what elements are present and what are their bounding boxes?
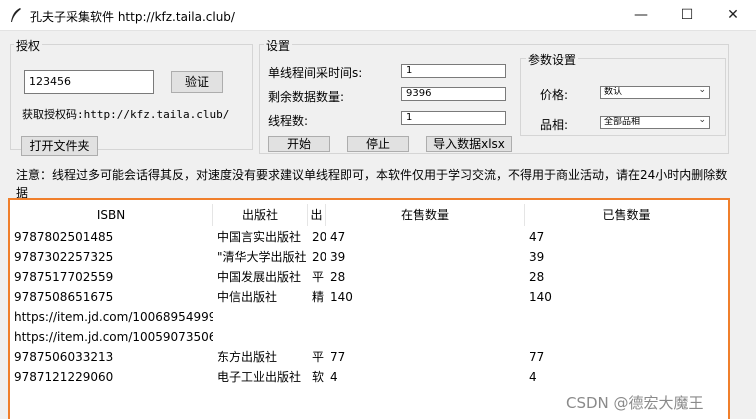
column-header-binding[interactable]: 出	[308, 204, 326, 226]
import-xlsx-button[interactable]: 导入数据xlsx	[426, 136, 512, 152]
column-header-sold[interactable]: 已售数量	[525, 204, 728, 226]
chevron-down-icon: ⌄	[698, 116, 706, 125]
binding-cell: 20	[312, 230, 326, 244]
isbn-cell: 9787517702559	[14, 270, 114, 284]
sold-cell	[525, 327, 728, 347]
remaining-input[interactable]: 9396	[401, 87, 506, 101]
on-sale-cell: 47	[330, 230, 346, 244]
condition-select-value: 全部品相	[604, 117, 641, 127]
on-sale-cell: 28	[330, 270, 346, 284]
column-header-publisher[interactable]: 出版社	[213, 204, 308, 226]
minimize-button[interactable]: —	[618, 0, 664, 30]
binding-cell: 精	[312, 290, 325, 304]
sold-cell	[525, 307, 728, 327]
table-row[interactable]: 9787508651675 中信出版社 精 140 140	[10, 287, 728, 307]
table-row[interactable]: 9787506033213 东方出版社 平 77 77	[10, 347, 728, 367]
on-sale-cell: 39	[330, 250, 346, 264]
publisher-cell: 东方出版社	[217, 350, 278, 364]
start-button[interactable]: 开始	[268, 136, 330, 152]
sold-cell: 39	[529, 250, 545, 264]
publisher-cell: "清华大学出版社	[217, 250, 307, 264]
isbn-cell: 9787506033213	[14, 350, 114, 364]
price-label: 价格:	[540, 88, 569, 102]
on-sale-cell: 140	[330, 290, 353, 304]
title-bar: 孔夫子采集软件 http://kfz.taila.club/ — ☐ ✕	[0, 0, 756, 31]
condition-select[interactable]: 全部品相 ⌄	[600, 116, 710, 129]
feather-icon	[11, 8, 21, 22]
threads-label: 线程数:	[268, 114, 309, 128]
results-table[interactable]: ISBN 出版社 出 在售数量 已售数量 9787802501485 中国言实出版…	[8, 198, 730, 419]
notice-text: 注意：线程过多可能会话得其反，对速度没有要求建议单线程即可，本软件仅用于学习交流…	[16, 168, 728, 200]
on-sale-cell: 77	[330, 350, 346, 364]
condition-label: 品相:	[540, 118, 569, 132]
table-row[interactable]: https://item.jd.com/10068954999	[10, 307, 728, 327]
get-code-text: 获取授权码:http://kfz.taila.club/	[22, 108, 230, 121]
verify-button[interactable]: 验证	[171, 71, 223, 93]
binding-cell: 20	[312, 250, 326, 264]
isbn-cell: 9787121229060	[14, 370, 114, 384]
publisher-cell	[213, 307, 308, 327]
open-folder-button[interactable]: 打开文件夹	[21, 136, 98, 156]
isbn-cell: https://item.jd.com/10068954999	[14, 310, 213, 324]
auth-group	[10, 44, 253, 150]
table-row[interactable]: 9787302257325 "清华大学出版社 20 39 39	[10, 247, 728, 267]
binding-cell: 平	[312, 350, 325, 364]
isbn-cell: 9787508651675	[14, 290, 114, 304]
table-row[interactable]: https://item.jd.com/10059073506	[10, 327, 728, 347]
close-button[interactable]: ✕	[710, 0, 756, 30]
table-row[interactable]: 9787802501485 中国言实出版社 20 47 47	[10, 227, 728, 247]
sold-cell: 4	[529, 370, 537, 384]
table-row[interactable]: 9787517702559 中国发展出版社平 28 28	[10, 267, 728, 287]
publisher-cell: 电子工业出版社	[217, 370, 302, 384]
maximize-button[interactable]: ☐	[664, 0, 710, 30]
stop-button[interactable]: 停止	[347, 136, 409, 152]
publisher-cell	[213, 327, 308, 347]
on-sale-cell: 4	[330, 370, 338, 384]
binding-cell: 软	[312, 370, 325, 384]
binding-cell: 平	[312, 270, 325, 284]
sold-cell: 47	[529, 230, 545, 244]
isbn-cell: 9787802501485	[14, 230, 114, 244]
interval-input[interactable]: 1	[401, 64, 506, 78]
interval-label: 单线程间采时间s:	[268, 66, 363, 80]
price-select[interactable]: 数认 ⌄	[600, 86, 710, 99]
table-header: ISBN 出版社 出 在售数量 已售数量	[10, 204, 728, 226]
isbn-cell: https://item.jd.com/10059073506	[14, 330, 213, 344]
table-row[interactable]: 9787121229060 电子工业出版社软 4 4	[10, 367, 728, 387]
on-sale-cell	[326, 307, 525, 327]
chevron-down-icon: ⌄	[698, 86, 706, 95]
settings-group-label: 设置	[264, 37, 293, 54]
sold-cell: 140	[529, 290, 552, 304]
column-header-on-sale[interactable]: 在售数量	[326, 204, 525, 226]
column-header-isbn[interactable]: ISBN	[10, 204, 213, 226]
auth-group-label: 授权	[14, 37, 43, 54]
watermark: CSDN @德宏大魔王	[566, 394, 704, 412]
auth-code-input[interactable]: 123456	[24, 70, 154, 94]
threads-input[interactable]: 1	[401, 111, 506, 125]
binding-cell	[308, 307, 326, 327]
publisher-cell: 中国发展出版社	[217, 270, 302, 284]
on-sale-cell	[326, 327, 525, 347]
remaining-label: 剩余数据数量:	[268, 90, 345, 104]
binding-cell	[308, 327, 326, 347]
publisher-cell: 中信出版社	[217, 290, 278, 304]
sold-cell: 77	[529, 350, 545, 364]
price-select-value: 数认	[604, 87, 623, 97]
window-title: 孔夫子采集软件 http://kfz.taila.club/	[30, 10, 235, 24]
params-group-label: 参数设置	[526, 51, 579, 68]
isbn-cell: 9787302257325	[14, 250, 114, 264]
publisher-cell: 中国言实出版社	[217, 230, 302, 244]
sold-cell: 28	[529, 270, 545, 284]
